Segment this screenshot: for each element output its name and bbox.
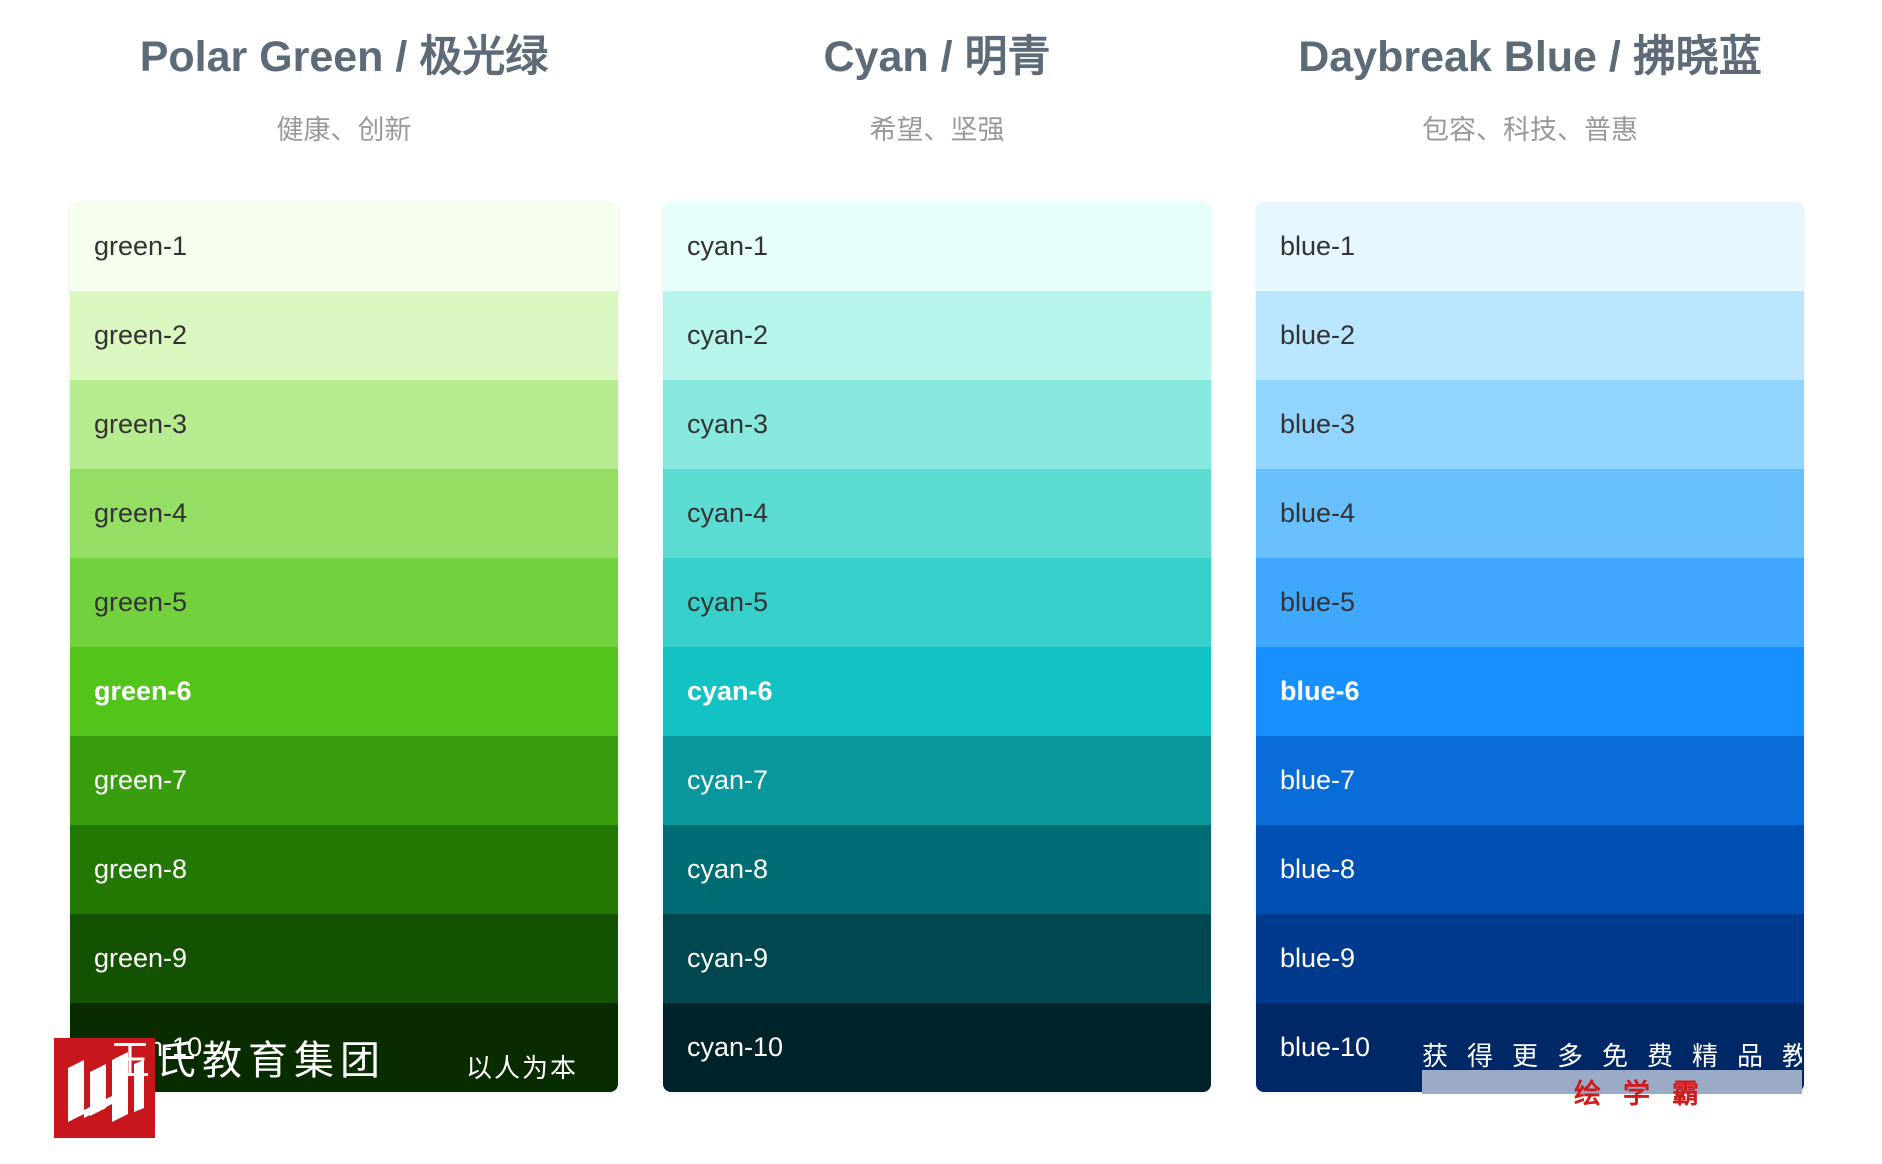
swatch-list: green-1 green-2 green-3 green-4 green-5 green…	[70, 202, 618, 1092]
color-swatch: green-5	[70, 558, 618, 647]
color-swatch: blue-9	[1256, 914, 1804, 1003]
color-swatch: cyan-2	[663, 291, 1211, 380]
color-swatch: blue-3	[1256, 380, 1804, 469]
color-swatch: green-2	[70, 291, 618, 380]
color-swatch: blue-4	[1256, 469, 1804, 558]
color-swatch: green-1	[70, 202, 618, 291]
color-swatch: cyan-3	[663, 380, 1211, 469]
color-swatch: green-7	[70, 736, 618, 825]
color-swatch: blue-6	[1256, 647, 1804, 736]
color-swatch: green-4	[70, 469, 618, 558]
watermark-motto: 以人为本	[466, 1053, 579, 1083]
color-swatch: blue-2	[1256, 291, 1804, 380]
watermark-org-name: 王氏教育集团	[110, 1039, 386, 1083]
color-swatch: cyan-8	[663, 825, 1211, 914]
color-swatch: green-8	[70, 825, 618, 914]
color-swatch: cyan-10	[663, 1003, 1211, 1092]
color-swatch: cyan-7	[663, 736, 1211, 825]
color-swatch: cyan-1	[663, 202, 1211, 291]
palette-subtitle: 包容、科技、普惠	[1422, 115, 1638, 145]
color-swatch: green-3	[70, 380, 618, 469]
color-swatch: green-9	[70, 914, 618, 1003]
palette-title: Daybreak Blue / 拂晓蓝	[1298, 33, 1762, 81]
swatch-list: blue-1 blue-2 blue-3 blue-4 blue-5 blue-6 blue…	[1256, 202, 1804, 1092]
color-swatch: cyan-5	[663, 558, 1211, 647]
color-swatch: blue-1	[1256, 202, 1804, 291]
palette-title: Cyan / 明青	[823, 33, 1051, 81]
color-swatch: cyan-4	[663, 469, 1211, 558]
palette-title: Polar Green / 极光绿	[139, 33, 549, 81]
color-swatch: cyan-6	[663, 647, 1211, 736]
watermark-promo-text: 获得更多免费精品教	[1422, 1041, 1802, 1071]
color-swatch: blue-5	[1256, 558, 1804, 647]
palette-subtitle: 健康、创新	[276, 115, 412, 145]
color-swatch: cyan-9	[663, 914, 1211, 1003]
watermark-brand: 绘学霸	[1574, 1079, 1721, 1109]
color-swatch: blue-8	[1256, 825, 1804, 914]
color-swatch: blue-7	[1256, 736, 1804, 825]
color-swatch: green-6	[70, 647, 618, 736]
palette-subtitle: 希望、坚强	[869, 115, 1005, 145]
swatch-list: cyan-1 cyan-2 cyan-3 cyan-4 cyan-5 cyan-6 cyan…	[663, 202, 1211, 1092]
